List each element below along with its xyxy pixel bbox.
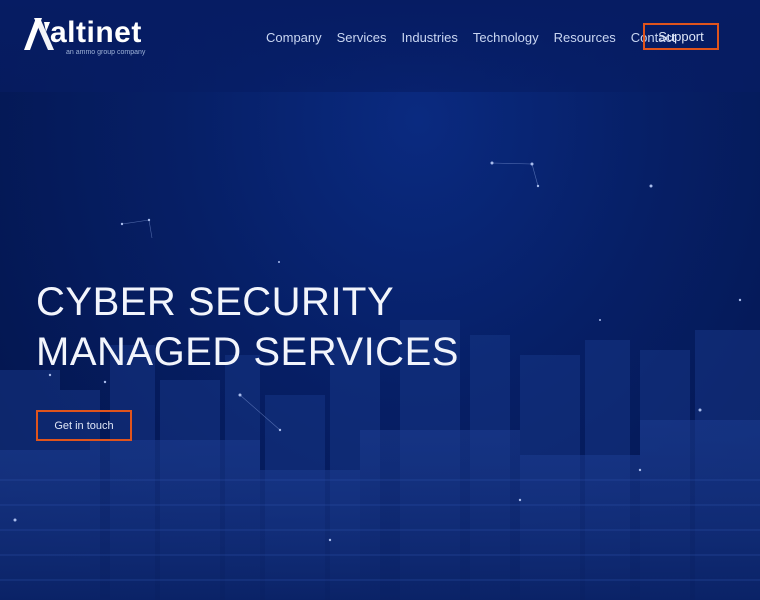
main-nav: Company Services Industries Technology R…: [266, 30, 691, 46]
brand-logo[interactable]: altinet an ammo group company: [24, 16, 149, 58]
hero-headline: CYBER SECURITY MANAGED SERVICES: [36, 277, 459, 377]
brand-name: altinet: [50, 16, 142, 49]
nav-item-technology[interactable]: Technology: [473, 30, 539, 46]
nav-item-industries[interactable]: Industries: [402, 30, 458, 46]
nav-item-company[interactable]: Company: [266, 30, 322, 46]
get-in-touch-button[interactable]: Get in touch: [36, 410, 132, 441]
support-button[interactable]: Support: [643, 23, 719, 50]
headline-line-1: CYBER SECURITY: [36, 280, 395, 324]
brand-tagline: an ammo group company: [66, 49, 146, 56]
nav-item-resources[interactable]: Resources: [554, 30, 616, 46]
headline-line-2: MANAGED SERVICES: [36, 330, 459, 374]
nav-item-services[interactable]: Services: [337, 30, 387, 46]
